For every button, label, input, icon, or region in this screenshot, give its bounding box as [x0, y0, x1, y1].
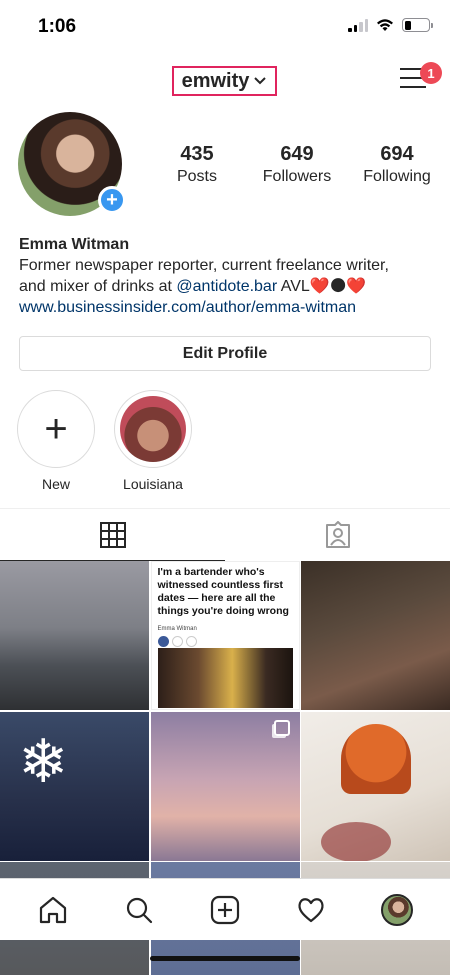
username: emwity	[181, 69, 250, 92]
highlight-louisiana[interactable]: Louisiana	[114, 390, 192, 492]
battery-icon	[402, 18, 433, 32]
tagged-person-icon	[325, 521, 350, 548]
tab-grid[interactable]	[0, 509, 225, 561]
highlight-label: New	[41, 476, 70, 492]
profile-header: emwity 1	[0, 52, 450, 108]
profile-avatar-icon	[381, 893, 413, 926]
display-name: Emma Witman	[19, 236, 130, 253]
website-link[interactable]: www.businessinsider.com/author/emma-witm…	[19, 297, 439, 318]
article-image	[157, 648, 293, 708]
status-time: 1:06	[38, 16, 77, 37]
edit-profile-button[interactable]: Edit Profile	[19, 336, 431, 371]
search-icon	[126, 897, 153, 923]
post-tile[interactable]	[301, 711, 450, 861]
new-highlight-circle[interactable]: +	[17, 390, 95, 468]
posts-stat[interactable]: 435 Posts	[152, 143, 242, 186]
post-tile[interactable]	[0, 561, 149, 710]
posts-label: Posts	[176, 168, 217, 185]
home-indicator	[150, 956, 300, 961]
cocktail-image	[341, 723, 411, 794]
carousel-icon	[273, 719, 290, 736]
nav-activity[interactable]	[289, 888, 333, 932]
nav-new-post[interactable]	[203, 888, 247, 932]
article-author: Emma Witman	[157, 626, 197, 632]
tab-tagged[interactable]	[225, 509, 450, 561]
wifi-icon	[377, 19, 393, 31]
share-icons	[157, 636, 293, 647]
status-icons	[348, 18, 433, 32]
stain-image	[321, 821, 391, 861]
followers-label: Followers	[262, 168, 332, 185]
following-label: Following	[363, 168, 431, 185]
notification-badge: 1	[420, 62, 442, 84]
mention-link[interactable]: @antidote.bar	[176, 278, 277, 295]
followers-count: 649	[280, 143, 314, 165]
article-title: I'm a bartender who's witnessed countles…	[157, 566, 289, 617]
plus-icon: +	[44, 407, 68, 451]
bio-line-2: and mixer of drinks at @antidote.bar AVL…	[19, 276, 439, 297]
highlight-cover-image	[120, 396, 186, 462]
snowflake-icon: ❄	[18, 727, 69, 795]
post-tile[interactable]: ❄	[0, 711, 149, 861]
nav-home[interactable]	[31, 888, 75, 932]
post-tile[interactable]	[301, 561, 450, 710]
bio-line-1: Former newspaper reporter, current freel…	[19, 257, 389, 274]
new-post-icon	[210, 895, 240, 924]
account-switcher[interactable]: emwity	[172, 66, 277, 96]
bottom-navigation	[0, 878, 450, 940]
bio-text: and mixer of drinks at	[19, 278, 177, 295]
profile-tabs	[0, 508, 450, 561]
profile-bio: Emma Witman Former newspaper reporter, c…	[19, 234, 439, 318]
highlight-new[interactable]: + New	[17, 390, 95, 492]
add-story-icon[interactable]: +	[98, 186, 126, 214]
bio-suffix: AVL❤️🌑❤️	[277, 278, 367, 295]
highlight-label: Louisiana	[123, 476, 183, 492]
post-tile[interactable]: I'm a bartender who's witnessed countles…	[150, 561, 300, 710]
profile-avatar-container[interactable]: +	[18, 112, 126, 216]
posts-count: 435	[180, 143, 214, 165]
grid-icon	[99, 521, 126, 548]
nav-profile[interactable]	[375, 888, 419, 932]
followers-stat[interactable]: 649 Followers	[252, 143, 342, 186]
nav-search[interactable]	[117, 888, 161, 932]
post-tile[interactable]	[150, 711, 300, 861]
following-stat[interactable]: 694 Following	[352, 143, 442, 186]
home-icon	[39, 896, 67, 923]
cellular-signal-icon	[348, 18, 368, 32]
profile-stats: 435 Posts 649 Followers 694 Following	[152, 143, 442, 186]
status-bar: 1:06	[0, 0, 450, 52]
chevron-down-icon	[254, 77, 267, 85]
highlight-circle[interactable]	[114, 390, 192, 468]
heart-icon	[298, 897, 324, 922]
following-count: 694	[380, 143, 414, 165]
